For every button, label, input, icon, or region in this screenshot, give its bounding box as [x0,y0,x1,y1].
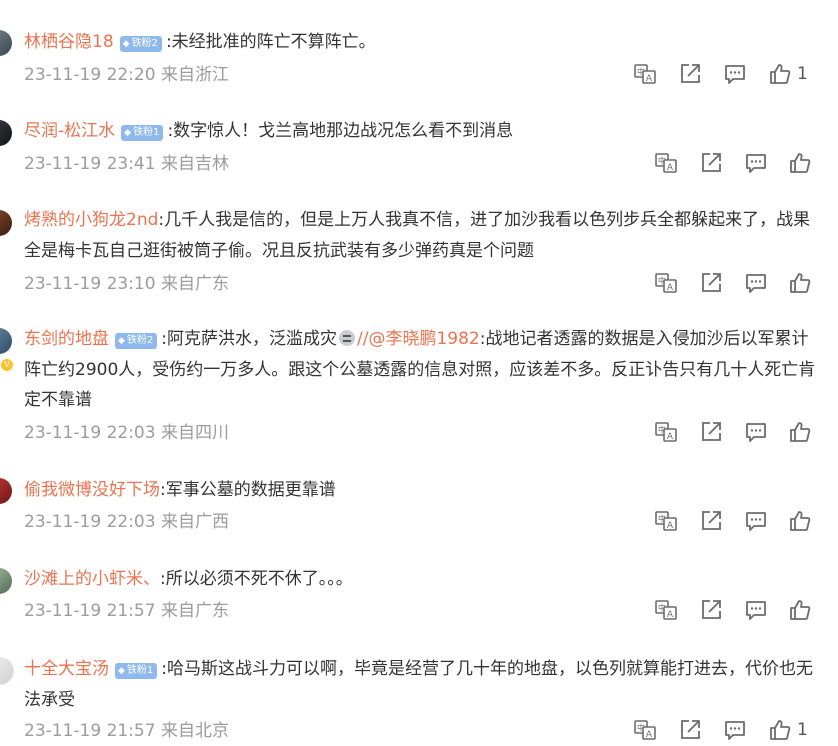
svg-text:A: A [667,610,674,620]
comment-actions: 中A [0,271,838,295]
comment-body: 沙滩上的小虾米、:所以必须不死不休了。。。 [24,564,818,595]
fan-badge: ◆ 铁粉1 [121,125,164,141]
comment-icon[interactable] [723,62,747,86]
avatar[interactable] [0,210,12,236]
translate-icon[interactable]: 中A [633,62,657,86]
translate-icon[interactable]: 中A [654,271,678,295]
like-icon[interactable] [788,509,812,533]
comment-actions: 中A [0,151,838,175]
emoji-icon [339,330,356,346]
comment-body: 烤熟的小狗龙2nd:几千人我是信的，但是上万人我真不信，进了加沙我看以色列步兵全… [24,205,818,266]
username-link[interactable]: 尽润-松江水 [24,121,115,141]
share-icon[interactable] [699,420,723,444]
username-link[interactable]: 十全大宝汤 [24,659,109,679]
comment-text: :未经批准的阵亡不算阵亡。 [165,32,376,52]
like-icon[interactable] [788,420,812,444]
comment-actions: 中A [0,420,838,444]
comment-actions: 中A 1 [0,62,838,86]
svg-text:A: A [667,521,674,531]
verified-badge-icon: V [0,358,14,372]
share-icon[interactable] [678,718,702,742]
comment-body: 林栖谷隐18 ◆ 铁粉2:未经批准的阵亡不算阵亡。 [24,27,818,58]
share-icon[interactable] [678,62,702,86]
translate-icon[interactable]: 中A [654,598,678,622]
username-link[interactable]: 东剑的地盘 [24,329,109,349]
translate-icon[interactable]: 中A [654,151,678,175]
comment-icon[interactable] [744,598,768,622]
comment-body: 尽润-松江水 ◆ 铁粉1:数字惊人！戈兰高地那边战况怎么看不到消息 [24,116,818,147]
fan-badge: ◆ 铁粉2 [115,333,158,349]
like-icon[interactable] [788,598,812,622]
comment-body: 偷我微博没好下场:军事公墓的数据更靠谱 [24,475,818,506]
like-count: 1 [797,64,808,84]
comment-icon[interactable] [744,271,768,295]
translate-icon[interactable]: 中A [633,718,657,742]
comment-text: :数字惊人！戈兰高地那边战况怎么看不到消息 [167,121,514,141]
translate-icon[interactable]: 中A [654,509,678,533]
comment-text: :所以必须不死不休了。。。 [160,569,353,589]
avatar[interactable] [0,657,14,685]
fan-badge: ◆ 铁粉2 [119,36,162,52]
svg-text:A: A [667,283,674,293]
fan-badge: ◆ 铁粉1 [115,663,158,679]
comment-icon[interactable] [744,151,768,175]
comment-icon[interactable] [723,718,747,742]
mention-link[interactable]: //@李晓鹏1982 [357,329,480,349]
translate-icon[interactable]: 中A [654,420,678,444]
share-icon[interactable] [699,151,723,175]
share-icon[interactable] [699,598,723,622]
avatar[interactable] [0,120,12,146]
comment-body: 东剑的地盘 ◆ 铁粉2:阿克萨洪水，泛滥成灾//@李晓鹏1982:战地记者透露的数据… [24,324,818,416]
svg-text:A: A [667,163,674,173]
like-icon[interactable] [768,718,792,742]
username-link[interactable]: 烤熟的小狗龙2nd [24,210,158,230]
avatar[interactable] [0,568,12,594]
share-icon[interactable] [699,271,723,295]
comment-actions: 中A [0,509,838,533]
avatar[interactable] [0,30,12,56]
comment-text-before: :阿克萨洪水，泛滥成灾 [161,329,338,349]
comment-body: 十全大宝汤 ◆ 铁粉1:哈马斯这战斗力可以啊，毕竟是经营了几十年的地盘，以色列就算能… [24,654,818,715]
diamond-icon: ◆ [118,666,125,676]
svg-text:A: A [667,432,674,442]
diamond-icon: ◆ [124,128,132,138]
like-icon[interactable] [788,151,812,175]
like-icon[interactable] [788,271,812,295]
avatar[interactable] [0,478,12,504]
svg-text:A: A [646,730,653,740]
like-icon[interactable] [768,62,792,86]
username-link[interactable]: 沙滩上的小虾米、 [24,569,160,589]
svg-text:A: A [646,74,653,84]
comment-icon[interactable] [744,509,768,533]
username-link[interactable]: 林栖谷隐18 [24,32,114,52]
comment-actions: 中A [0,598,838,622]
diamond-icon: ◆ [122,39,130,49]
like-count: 1 [797,720,808,740]
diamond-icon: ◆ [118,336,125,346]
comment-text: :军事公墓的数据更靠谱 [160,480,336,500]
avatar[interactable] [0,328,12,354]
comment-actions: 中A 1 [0,718,838,742]
username-link[interactable]: 偷我微博没好下场 [24,480,160,500]
share-icon[interactable] [699,509,723,533]
comment-icon[interactable] [744,420,768,444]
